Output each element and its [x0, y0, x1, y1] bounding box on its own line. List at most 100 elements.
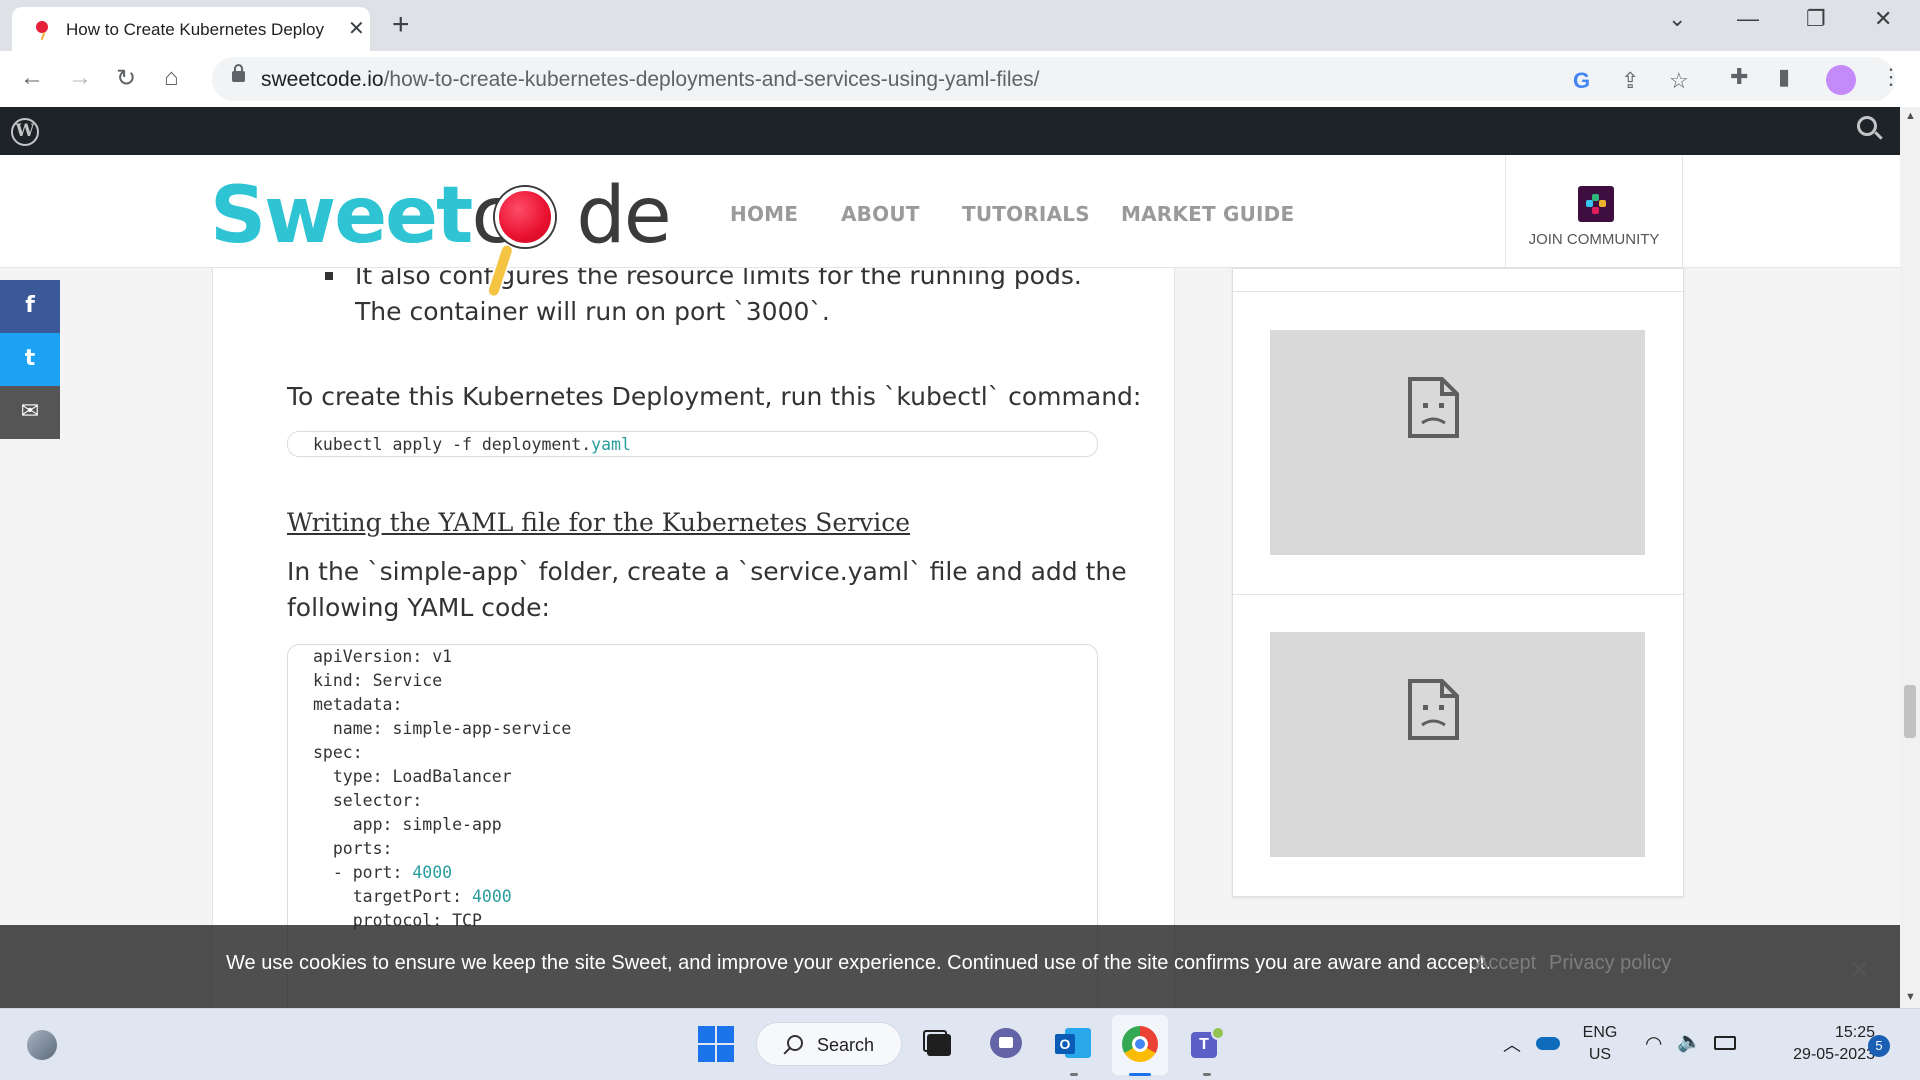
code-line: - port: 4000	[313, 863, 453, 882]
reload-icon[interactable]: ↻	[116, 64, 136, 93]
share-icon[interactable]: ⇪	[1621, 68, 1639, 94]
new-tab-button[interactable]: +	[392, 8, 410, 42]
email-share-button[interactable]: ✉	[0, 386, 60, 439]
code-line: metadata:	[313, 695, 403, 714]
address-bar[interactable]: sweetcode.io/how-to-create-kubernetes-de…	[212, 57, 1895, 101]
nav-about[interactable]: ABOUT	[841, 202, 920, 226]
extensions-puzzle-icon[interactable]: ✚	[1730, 64, 1748, 90]
nav-market-guide[interactable]: MARKET GUIDE	[1121, 202, 1294, 226]
nav-home[interactable]: HOME	[730, 202, 798, 226]
window-close-icon[interactable]: ✕	[1874, 6, 1892, 32]
task-view-icon[interactable]	[921, 1026, 957, 1062]
service-intro-line-1: In the `simple-app` folder, create a `se…	[287, 557, 1127, 586]
sweetcode-logo[interactable]: Sweetc de	[210, 171, 672, 261]
teams-chat-icon[interactable]	[988, 1026, 1024, 1062]
deploy-command-block[interactable]: kubectl apply -f deployment.yaml	[287, 431, 1098, 457]
profile-avatar[interactable]	[1826, 65, 1856, 95]
clock-date[interactable]: 29-05-2023	[1755, 1046, 1875, 1064]
bookmark-star-icon[interactable]: ☆	[1669, 68, 1689, 94]
code-line: ports:	[313, 839, 393, 858]
search-icon[interactable]	[1857, 116, 1877, 136]
google-lens-icon[interactable]: G	[1573, 68, 1590, 94]
cookie-accept-link[interactable]: Accept	[1475, 952, 1536, 975]
taskbar-search-label: Search	[817, 1035, 875, 1055]
code-line: targetPort: 4000	[313, 887, 512, 906]
code-line: name: simple-app-service	[313, 719, 572, 738]
site-header: Sweetc de HOME ABOUT TUTORIALS MARKET GUI…	[0, 155, 1900, 300]
code-line: selector:	[313, 791, 423, 810]
code-line: kind: Service	[313, 671, 443, 690]
wordpress-logo-icon[interactable]: W	[11, 118, 39, 146]
facebook-share-button[interactable]: f	[0, 280, 60, 333]
tab-close-icon[interactable]: ✕	[348, 16, 365, 41]
lollipop-favicon-icon	[36, 21, 48, 33]
chrome-menu-icon[interactable]: ⋮	[1880, 64, 1902, 90]
tray-overflow-chevron-icon[interactable]: ︿	[1503, 1031, 1521, 1057]
service-section-heading[interactable]: Writing the YAML file for the Kubernetes…	[287, 508, 910, 537]
cookie-message: We use cookies to ensure we keep the sit…	[226, 952, 1491, 974]
sidebar-widget	[1232, 268, 1684, 897]
sidebar-divider	[1233, 291, 1683, 292]
battery-icon[interactable]	[1714, 1036, 1736, 1050]
ad-placeholder[interactable]	[1270, 330, 1645, 555]
list-bullet	[325, 272, 333, 280]
service-intro-line-2: following YAML code:	[287, 593, 550, 622]
twitter-share-button[interactable]: t	[0, 333, 60, 386]
restore-icon[interactable]: ❐	[1806, 6, 1826, 32]
browser-toolbar: ← → ↻ ⌂ sweetcode.io/how-to-create-kuber…	[0, 51, 1920, 107]
language-indicator-bottom[interactable]: US	[1575, 1046, 1625, 1064]
lock-icon[interactable]	[232, 64, 245, 82]
tab-search-chevron-icon[interactable]: ⌄	[1668, 6, 1686, 32]
code-line: type: LoadBalancer	[313, 767, 512, 786]
browser-tab-active[interactable]: How to Create Kubernetes Deploy ✕	[12, 7, 370, 51]
nav-tutorials[interactable]: TUTORIALS	[962, 202, 1090, 226]
windows-taskbar: Search O T ︿ ENG US ◠ 🔈 15:25 29-05-2023…	[0, 1008, 1920, 1080]
active-app-indicator	[1129, 1073, 1151, 1076]
cookie-consent-bar: We use cookies to ensure we keep the sit…	[0, 925, 1900, 1008]
minimize-icon[interactable]: —	[1737, 6, 1759, 32]
url-text[interactable]: sweetcode.io/how-to-create-kubernetes-de…	[261, 68, 1040, 92]
home-icon[interactable]: ⌂	[164, 64, 179, 92]
email-icon: ✉	[20, 399, 40, 424]
clock-time[interactable]: 15:25	[1755, 1024, 1875, 1042]
chrome-icon[interactable]	[1122, 1026, 1158, 1062]
code-line: spec:	[313, 743, 363, 762]
back-arrow-icon[interactable]: ←	[20, 64, 44, 92]
onedrive-cloud-icon[interactable]	[1536, 1037, 1560, 1050]
teams-icon[interactable]: T	[1189, 1026, 1225, 1062]
side-panel-icon[interactable]: ▮	[1778, 64, 1790, 90]
sidebar-divider	[1233, 594, 1683, 595]
join-community-button[interactable]: JOIN COMMUNITY	[1505, 155, 1683, 267]
scroll-up-arrow-icon[interactable]: ▲	[1905, 110, 1916, 122]
tab-title: How to Create Kubernetes Deploy	[66, 20, 324, 39]
slack-icon	[1578, 186, 1614, 222]
scroll-down-arrow-icon[interactable]: ▼	[1905, 991, 1916, 1003]
privacy-policy-link[interactable]: Privacy policy	[1549, 952, 1671, 975]
scrollbar-thumb[interactable]	[1904, 685, 1916, 738]
join-community-label: JOIN COMMUNITY	[1528, 231, 1660, 248]
outlook-icon[interactable]: O	[1055, 1026, 1091, 1062]
search-icon	[787, 1035, 803, 1051]
forward-arrow-icon[interactable]: →	[68, 64, 92, 92]
browser-tabstrip: How to Create Kubernetes Deploy ✕ + ⌄ — …	[0, 0, 1920, 51]
facebook-icon: f	[25, 293, 35, 318]
windows-start-icon[interactable]	[698, 1026, 734, 1062]
running-app-indicator	[1203, 1073, 1211, 1076]
bullet-text-line-2: The container will run on port `3000`.	[355, 297, 830, 326]
wordpress-admin-bar: W	[0, 107, 1900, 155]
weather-widget-icon[interactable]	[27, 1030, 57, 1060]
language-indicator-top[interactable]: ENG	[1575, 1024, 1625, 1042]
wifi-icon[interactable]: ◠	[1645, 1031, 1662, 1056]
ad-placeholder[interactable]	[1270, 632, 1645, 857]
twitter-icon: t	[24, 346, 36, 371]
deploy-intro-paragraph: To create this Kubernetes Deployment, ru…	[287, 382, 1142, 411]
running-app-indicator	[1070, 1073, 1078, 1076]
volume-icon[interactable]: 🔈	[1677, 1029, 1702, 1054]
code-line: app: simple-app	[313, 815, 502, 834]
broken-image-icon	[1408, 377, 1459, 438]
lollipop-logo-icon	[495, 187, 555, 247]
page-scrollbar[interactable]: ▲ ▼	[1900, 107, 1920, 1008]
taskbar-search-box[interactable]: Search	[756, 1022, 902, 1066]
cookie-close-icon[interactable]: ✕	[1849, 956, 1869, 985]
notification-badge[interactable]: 5	[1868, 1035, 1890, 1057]
